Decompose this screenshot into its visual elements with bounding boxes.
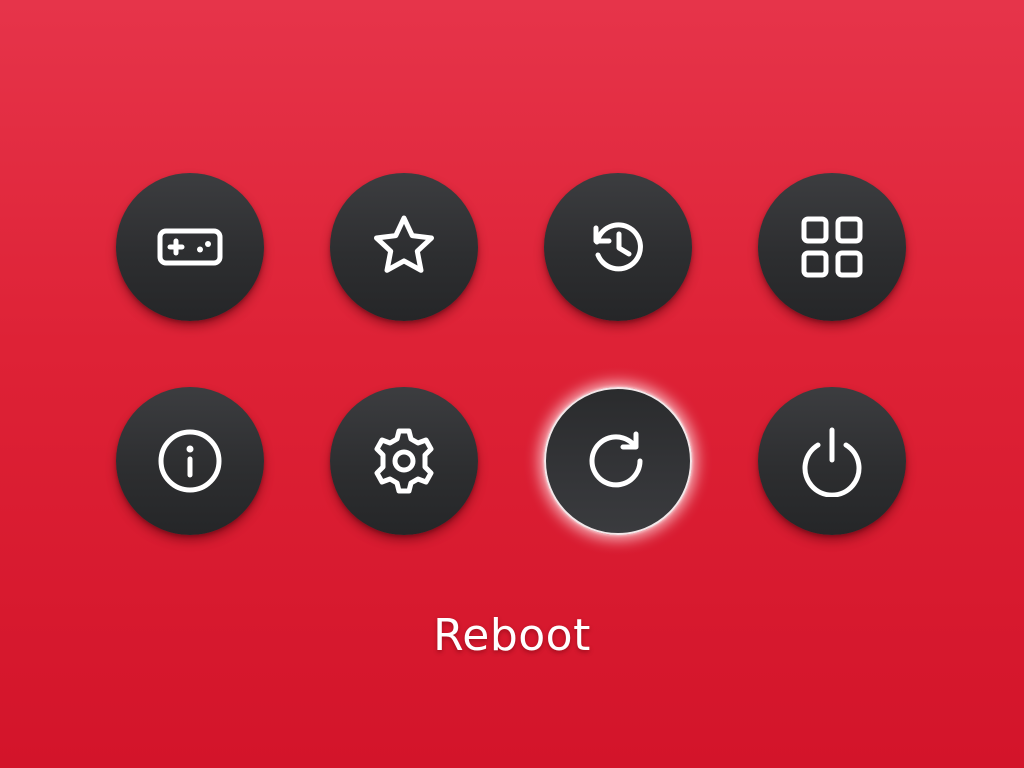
info-icon bbox=[158, 429, 222, 493]
reboot-button[interactable] bbox=[544, 387, 692, 535]
settings-button[interactable] bbox=[330, 387, 478, 535]
power-icon bbox=[802, 427, 862, 497]
console-menu-screen: { "menu": { "items": [ {"id": "games", "… bbox=[0, 0, 1024, 768]
refresh-icon bbox=[589, 431, 643, 488]
apps-button[interactable] bbox=[758, 173, 906, 321]
star-icon bbox=[374, 215, 434, 273]
games-button[interactable] bbox=[116, 173, 264, 321]
gamepad-icon bbox=[157, 228, 223, 266]
menu-grid bbox=[116, 173, 906, 535]
history-icon bbox=[593, 222, 643, 272]
favorites-button[interactable] bbox=[330, 173, 478, 321]
history-button[interactable] bbox=[544, 173, 692, 321]
power-button[interactable] bbox=[758, 387, 906, 535]
grid-icon bbox=[801, 216, 863, 278]
info-button[interactable] bbox=[116, 387, 264, 535]
selected-item-label: Reboot bbox=[433, 610, 591, 661]
gear-icon bbox=[374, 428, 434, 494]
